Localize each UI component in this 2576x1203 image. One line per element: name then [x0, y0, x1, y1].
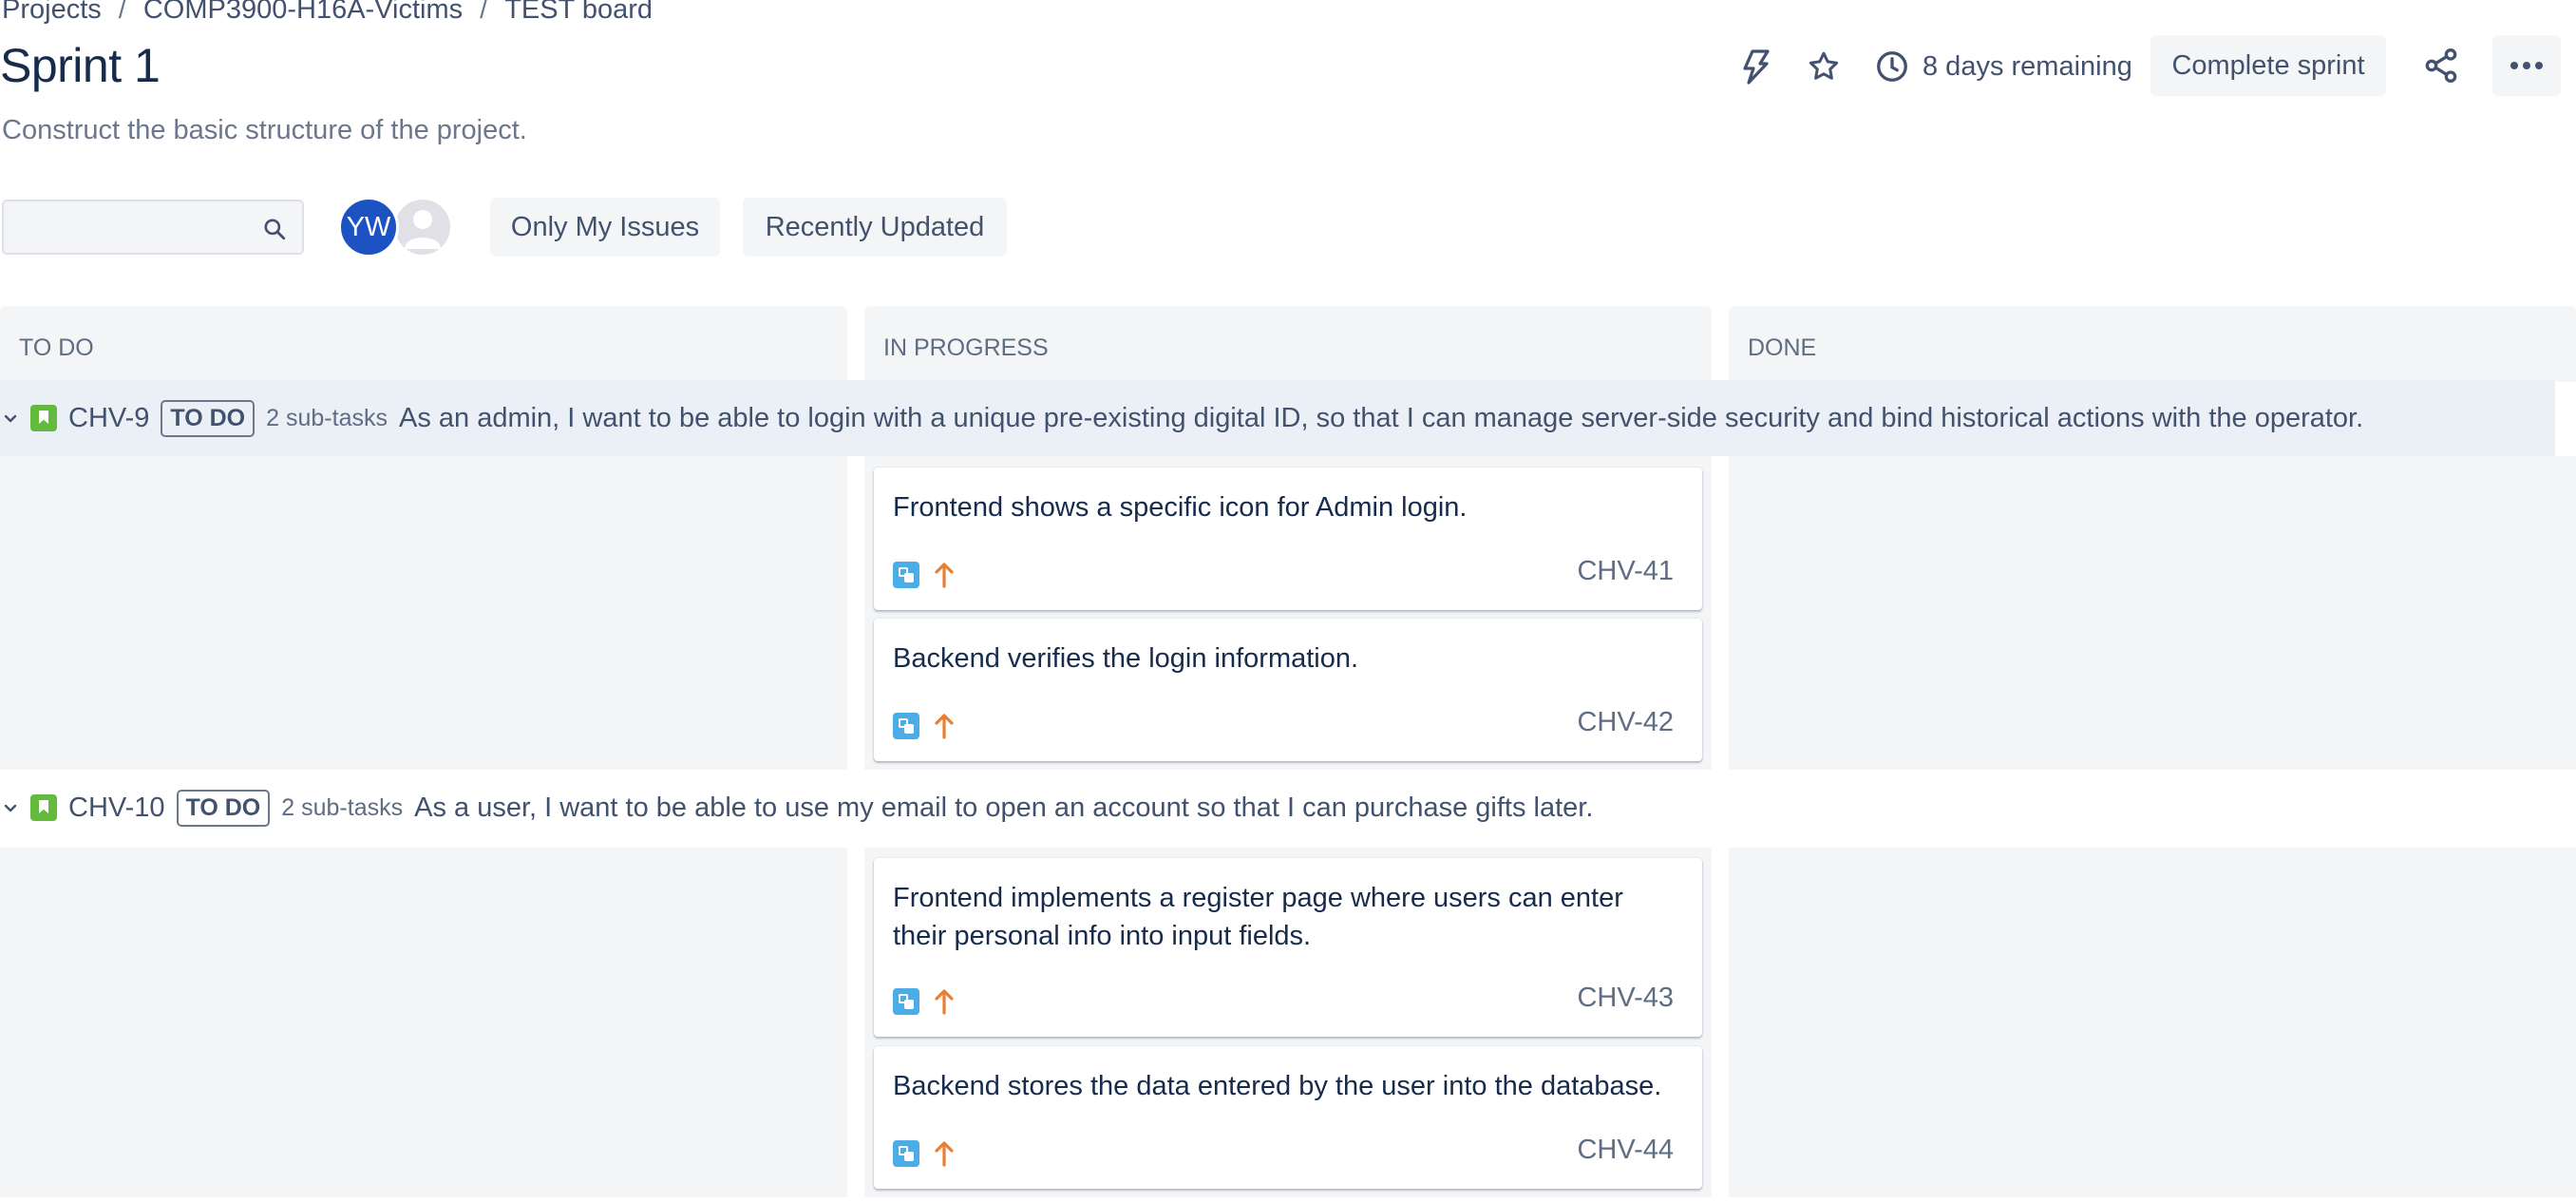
- recently-updated-button[interactable]: Recently Updated: [743, 198, 1007, 257]
- priority-high-icon: [933, 712, 956, 740]
- lane1-done-column: [1729, 456, 2576, 770]
- complete-sprint-button[interactable]: Complete sprint: [2150, 35, 2386, 96]
- issue-card[interactable]: Frontend shows a specific icon for Admin…: [874, 468, 1702, 610]
- chevron-down-icon[interactable]: [2, 799, 27, 816]
- status-badge: TO DO: [161, 399, 256, 437]
- page-title: Sprint 1: [0, 39, 161, 92]
- search-input[interactable]: [2, 200, 304, 255]
- avatar-unassigned[interactable]: [392, 197, 453, 258]
- more-icon: [2510, 61, 2544, 70]
- subtask-count: 2 sub-tasks: [281, 793, 404, 821]
- subtask-icon: [893, 562, 919, 588]
- card-summary: Backend stores the data entered by the u…: [893, 1071, 1662, 1101]
- card-key: CHV-42: [1577, 707, 1674, 737]
- issue-card[interactable]: Backend stores the data entered by the u…: [874, 1046, 1702, 1189]
- subtask-count: 2 sub-tasks: [266, 404, 388, 431]
- issue-card[interactable]: Frontend implements a register page wher…: [874, 858, 1702, 1037]
- column-header-done: DONE: [1729, 306, 2576, 382]
- sprint-description: Construct the basic structure of the pro…: [2, 115, 527, 145]
- swimlane-header[interactable]: CHV-9 TO DO 2 sub-tasks As an admin, I w…: [0, 380, 2555, 456]
- priority-high-icon: [933, 561, 956, 589]
- remaining-text: 8 days remaining: [1923, 50, 2132, 82]
- priority-high-icon: [933, 1139, 956, 1168]
- subtask-icon: [893, 713, 919, 739]
- sprint-remaining: 8 days remaining: [1875, 46, 2132, 87]
- card-key: CHV-44: [1577, 1135, 1674, 1165]
- subtask-icon: [893, 988, 919, 1015]
- breadcrumb-projects[interactable]: Projects: [2, 0, 102, 25]
- avatar-yw[interactable]: YW: [338, 197, 399, 258]
- issue-key[interactable]: CHV-9: [68, 403, 149, 434]
- card-summary: Frontend shows a specific icon for Admin…: [893, 492, 1468, 523]
- card-key: CHV-41: [1577, 556, 1674, 586]
- story-icon: [30, 405, 57, 431]
- lane2-todo-column: [0, 848, 847, 1197]
- status-badge: TO DO: [176, 789, 271, 827]
- column-header-in-progress: IN PROGRESS: [864, 306, 1712, 382]
- breadcrumb-project[interactable]: COMP3900-H16A-Victims: [143, 0, 463, 25]
- subtask-icon: [893, 1140, 919, 1167]
- story-icon: [30, 794, 57, 821]
- search-icon: [262, 217, 287, 246]
- only-my-issues-button[interactable]: Only My Issues: [490, 198, 720, 257]
- breadcrumb: Projects / COMP3900-H16A-Victims / TEST boar…: [2, 0, 653, 26]
- star-icon[interactable]: [1803, 46, 1845, 87]
- issue-card[interactable]: Backend verifies the login information. …: [874, 619, 1702, 761]
- lane2-done-column: [1729, 848, 2576, 1197]
- more-button[interactable]: [2492, 35, 2561, 96]
- issue-summary: As an admin, I want to be able to login …: [398, 402, 2364, 433]
- share-icon[interactable]: [2418, 43, 2464, 88]
- chevron-down-icon[interactable]: [2, 410, 27, 427]
- issue-summary: As a user, I want to be able to use my e…: [414, 792, 1594, 823]
- automation-icon[interactable]: [1734, 46, 1776, 87]
- card-summary: Frontend implements a register page wher…: [893, 883, 1623, 951]
- breadcrumb-board[interactable]: TEST board: [504, 0, 653, 25]
- swimlane-header[interactable]: CHV-10 TO DO 2 sub-tasks As a user, I wa…: [0, 770, 2555, 846]
- priority-high-icon: [933, 987, 956, 1016]
- card-key: CHV-43: [1577, 983, 1674, 1013]
- issue-key[interactable]: CHV-10: [68, 792, 165, 824]
- card-summary: Backend verifies the login information.: [893, 643, 1359, 674]
- clock-icon: [1875, 49, 1909, 84]
- lane1-todo-column: [0, 456, 847, 770]
- column-header-todo: TO DO: [0, 306, 847, 382]
